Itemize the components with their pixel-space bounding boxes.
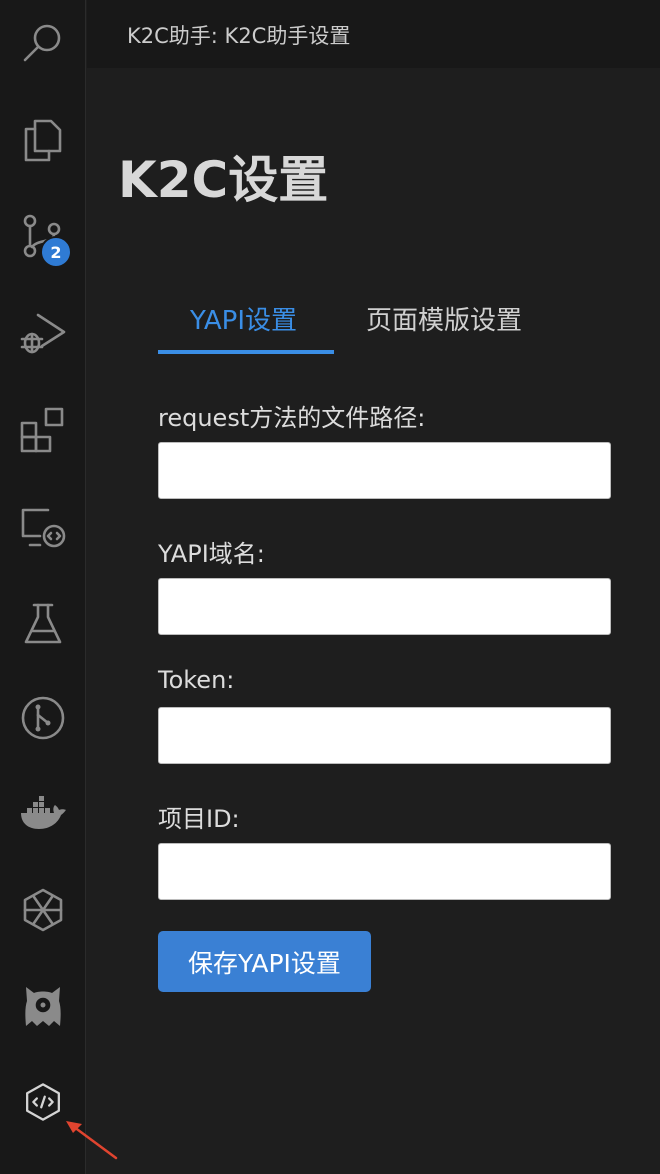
- project-id-input[interactable]: [158, 843, 611, 900]
- token-input[interactable]: [158, 707, 611, 764]
- activity-git-graph[interactable]: [0, 680, 86, 756]
- yapi-domain-label: YAPI域名:: [158, 540, 265, 568]
- activity-explorer[interactable]: [0, 102, 86, 178]
- activity-bar: 2: [0, 0, 86, 1174]
- source-control-badge: 2: [40, 236, 72, 268]
- testing-icon: [24, 603, 62, 644]
- tab-yapi-settings[interactable]: YAPI设置: [190, 300, 297, 337]
- docker-icon: [21, 796, 66, 829]
- token-label: Token:: [158, 666, 235, 694]
- request-file-path-input[interactable]: [158, 442, 611, 499]
- activity-source-control[interactable]: 2: [0, 198, 86, 274]
- activity-ghost-extension[interactable]: [0, 968, 86, 1044]
- active-tab-indicator: [158, 350, 334, 354]
- activity-run-debug[interactable]: [0, 294, 86, 370]
- activity-extensions[interactable]: [0, 392, 86, 468]
- activity-docker[interactable]: [0, 776, 86, 852]
- k8s-icon: [23, 888, 63, 932]
- settings-view: K2C设置 YAPI设置 页面模版设置 request方法的文件路径: YAPI…: [87, 68, 660, 1174]
- remote-explorer-icon: [21, 508, 66, 548]
- yapi-domain-input[interactable]: [158, 578, 611, 635]
- save-yapi-settings-button[interactable]: 保存YAPI设置: [158, 931, 371, 992]
- k2c-helper-icon: [26, 1083, 60, 1121]
- git-graph-icon: [21, 696, 65, 740]
- ghost-extension-icon: [25, 987, 61, 1026]
- activity-testing[interactable]: [0, 586, 86, 662]
- search-icon: [23, 24, 61, 62]
- extensions-icon: [20, 407, 64, 453]
- editor-tab-title[interactable]: K2C助手: K2C助手设置: [127, 20, 350, 50]
- request-file-path-label: request方法的文件路径:: [158, 404, 426, 432]
- app-window: 2 K2C助手: K2C助手设置 K2C设置 YAPI设置 页面模版设置 req…: [0, 0, 660, 1174]
- activity-k8s[interactable]: [0, 872, 86, 948]
- page-title: K2C设置: [118, 151, 329, 209]
- explorer-icon: [24, 119, 62, 162]
- activity-remote-explorer[interactable]: [0, 490, 86, 566]
- activity-search[interactable]: [0, 6, 86, 82]
- project-id-label: 项目ID:: [158, 805, 240, 833]
- settings-tabs: YAPI设置 页面模版设置: [158, 288, 578, 354]
- tab-page-template-settings[interactable]: 页面模版设置: [366, 300, 522, 337]
- run-debug-icon: [20, 313, 66, 354]
- annotation-arrow-icon: [66, 1121, 118, 1160]
- editor-tab-header: K2C助手: K2C助手设置: [87, 0, 660, 68]
